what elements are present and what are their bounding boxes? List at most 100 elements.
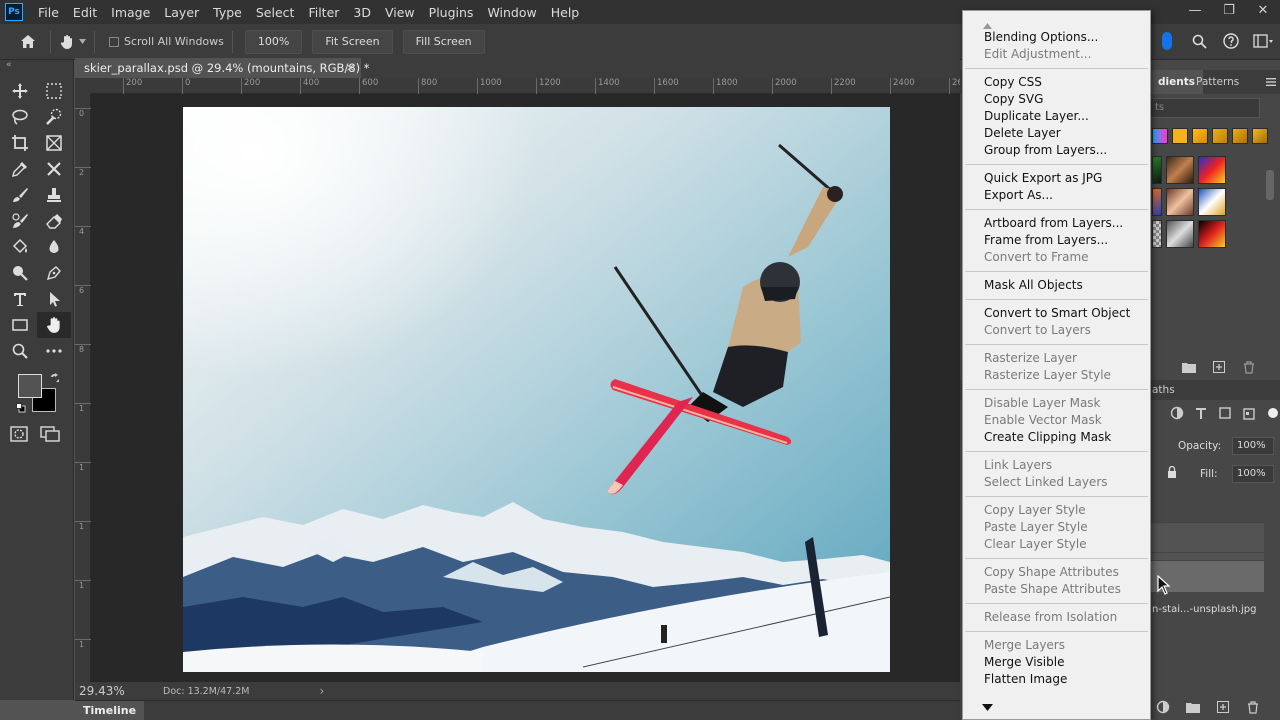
menu-item-copy-svg[interactable]: Copy SVG bbox=[963, 91, 1150, 108]
gradient-swatch[interactable] bbox=[1152, 188, 1162, 216]
menu-item-convert-to-layers[interactable]: Convert to Layers bbox=[963, 322, 1150, 339]
gradient-swatch[interactable] bbox=[1166, 156, 1194, 184]
layer-name[interactable]: n-stai...-unsplash.jpg bbox=[1152, 604, 1256, 615]
document-image[interactable] bbox=[183, 107, 890, 672]
gradient-swatch[interactable] bbox=[1152, 220, 1162, 248]
new-gradient-icon[interactable] bbox=[1212, 360, 1226, 374]
hand-tool-preset-icon[interactable] bbox=[59, 34, 86, 50]
zoom-tool-icon[interactable] bbox=[3, 338, 37, 364]
eyedropper-tool-icon[interactable] bbox=[3, 156, 37, 182]
rectangle-tool-icon[interactable] bbox=[3, 312, 37, 338]
menu-item-link-layers[interactable]: Link Layers bbox=[963, 457, 1150, 474]
foreground-color-swatch[interactable] bbox=[18, 374, 42, 398]
menu-item-merge-layers[interactable]: Merge Layers bbox=[963, 637, 1150, 654]
menu-item-flatten-image[interactable]: Flatten Image bbox=[963, 671, 1150, 688]
workspace-icon[interactable] bbox=[1252, 30, 1274, 52]
menu-item-copy-layer-style[interactable]: Copy Layer Style bbox=[963, 502, 1150, 519]
menu-scroll-down-icon[interactable] bbox=[963, 695, 1150, 719]
layer-row[interactable] bbox=[1150, 522, 1264, 552]
quick-selection-tool-icon[interactable] bbox=[37, 104, 71, 130]
more-tools-icon[interactable] bbox=[37, 338, 71, 364]
gradient-swatch[interactable] bbox=[1198, 156, 1226, 184]
new-group-folder-icon[interactable] bbox=[1182, 360, 1196, 374]
pen-tool-icon[interactable] bbox=[37, 260, 71, 286]
menu-view[interactable]: View bbox=[378, 5, 422, 20]
menu-item-blending-options[interactable]: Blending Options... bbox=[963, 29, 1150, 46]
opacity-input[interactable]: 100% bbox=[1232, 437, 1274, 455]
gradient-swatch[interactable] bbox=[1152, 156, 1162, 184]
gradient-swatch[interactable] bbox=[1172, 128, 1188, 144]
filter-toggle-icon[interactable] bbox=[1266, 406, 1280, 420]
search-icon[interactable] bbox=[1188, 30, 1210, 52]
tab-paths[interactable]: aths bbox=[1152, 380, 1175, 400]
menu-item-paste-layer-style[interactable]: Paste Layer Style bbox=[963, 519, 1150, 536]
delete-gradient-icon[interactable] bbox=[1242, 360, 1256, 374]
gradient-swatch[interactable] bbox=[1166, 220, 1194, 248]
close-document-icon[interactable]: × bbox=[346, 58, 355, 78]
menu-item-create-clipping-mask[interactable]: Create Clipping Mask bbox=[963, 429, 1150, 446]
gradients-scrollbar[interactable] bbox=[1266, 170, 1274, 200]
crop-tool-icon[interactable] bbox=[3, 130, 37, 156]
menu-item-copy-shape-attributes[interactable]: Copy Shape Attributes bbox=[963, 564, 1150, 581]
delete-layer-icon[interactable] bbox=[1246, 700, 1260, 714]
document-tab[interactable]: skier_parallax.psd @ 29.4% (mountains, R… bbox=[75, 58, 370, 78]
fill-input[interactable]: 100% bbox=[1232, 465, 1274, 483]
ruler-corner[interactable] bbox=[75, 78, 91, 94]
clone-stamp-tool-icon[interactable] bbox=[37, 182, 71, 208]
canvas-area[interactable] bbox=[91, 94, 960, 682]
help-icon[interactable] bbox=[1220, 30, 1242, 52]
menu-item-delete-layer[interactable]: Delete Layer bbox=[963, 125, 1150, 142]
menu-filter[interactable]: Filter bbox=[301, 5, 346, 20]
menu-help[interactable]: Help bbox=[544, 5, 587, 20]
filter-adjustment-icon[interactable] bbox=[1170, 406, 1184, 420]
filter-shape-icon[interactable] bbox=[1218, 406, 1232, 420]
restore-button[interactable]: ❐ bbox=[1212, 0, 1246, 24]
lock-icon[interactable] bbox=[1166, 465, 1178, 481]
lasso-tool-icon[interactable] bbox=[3, 104, 37, 130]
gradient-swatch[interactable] bbox=[1232, 128, 1248, 144]
menu-plugins[interactable]: Plugins bbox=[422, 5, 481, 20]
screen-mode-icon[interactable] bbox=[40, 426, 60, 445]
menu-type[interactable]: Type bbox=[206, 5, 249, 20]
share-button-icon[interactable] bbox=[1156, 30, 1178, 52]
menu-item-clear-layer-style[interactable]: Clear Layer Style bbox=[963, 536, 1150, 553]
gradient-swatch[interactable] bbox=[1252, 128, 1268, 144]
gradient-swatch[interactable] bbox=[1198, 188, 1226, 216]
horizontal-ruler[interactable]: 200 0 200 400 600 800 1000 1200 1400 1600 1800 2000… bbox=[91, 78, 963, 94]
blur-tool-icon[interactable] bbox=[37, 234, 71, 260]
status-menu-arrow-icon[interactable]: › bbox=[319, 684, 324, 698]
zoom-level[interactable]: 29.43% bbox=[75, 684, 163, 698]
menu-item-export-as[interactable]: Export As... bbox=[963, 187, 1150, 204]
new-group-folder-icon[interactable] bbox=[1186, 700, 1200, 714]
spot-healing-tool-icon[interactable] bbox=[37, 156, 71, 182]
filter-type-icon[interactable] bbox=[1194, 406, 1208, 420]
quick-mask-icon[interactable] bbox=[10, 426, 28, 445]
new-layer-icon[interactable] bbox=[1216, 700, 1230, 714]
fill-screen-button[interactable]: Fill Screen bbox=[402, 29, 485, 54]
fit-screen-button[interactable]: Fit Screen bbox=[312, 29, 393, 54]
menu-item-convert-to-frame[interactable]: Convert to Frame bbox=[963, 249, 1150, 266]
minimize-button[interactable]: — bbox=[1178, 0, 1212, 24]
menu-item-release-from-isolation[interactable]: Release from Isolation bbox=[963, 609, 1150, 626]
menu-item-convert-to-smart-object[interactable]: Convert to Smart Object bbox=[963, 305, 1150, 322]
panel-menu-icon[interactable] bbox=[1266, 76, 1276, 90]
default-colors-icon[interactable] bbox=[16, 402, 26, 416]
menu-layer[interactable]: Layer bbox=[157, 5, 206, 20]
tab-patterns[interactable]: Patterns bbox=[1196, 70, 1239, 94]
menu-item-select-linked-layers[interactable]: Select Linked Layers bbox=[963, 474, 1150, 491]
menu-image[interactable]: Image bbox=[104, 5, 157, 20]
eraser-tool-icon[interactable] bbox=[37, 208, 71, 234]
menu-edit[interactable]: Edit bbox=[66, 5, 104, 20]
swap-colors-icon[interactable] bbox=[50, 372, 60, 386]
menu-item-frame-from-layers[interactable]: Frame from Layers... bbox=[963, 232, 1150, 249]
move-tool-icon[interactable] bbox=[3, 78, 37, 104]
paint-bucket-tool-icon[interactable] bbox=[3, 234, 37, 260]
gradient-swatch[interactable] bbox=[1212, 128, 1228, 144]
close-window-button[interactable]: ✕ bbox=[1246, 0, 1280, 24]
history-brush-tool-icon[interactable] bbox=[3, 208, 37, 234]
menu-window[interactable]: Window bbox=[480, 5, 543, 20]
gradient-swatch[interactable] bbox=[1198, 220, 1226, 248]
menu-item-group-from-layers[interactable]: Group from Layers... bbox=[963, 142, 1150, 159]
vertical-ruler[interactable]: 0 2 4 6 8 1 1 1 1 1 bbox=[75, 94, 91, 682]
menu-item-duplicate-layer[interactable]: Duplicate Layer... bbox=[963, 108, 1150, 125]
